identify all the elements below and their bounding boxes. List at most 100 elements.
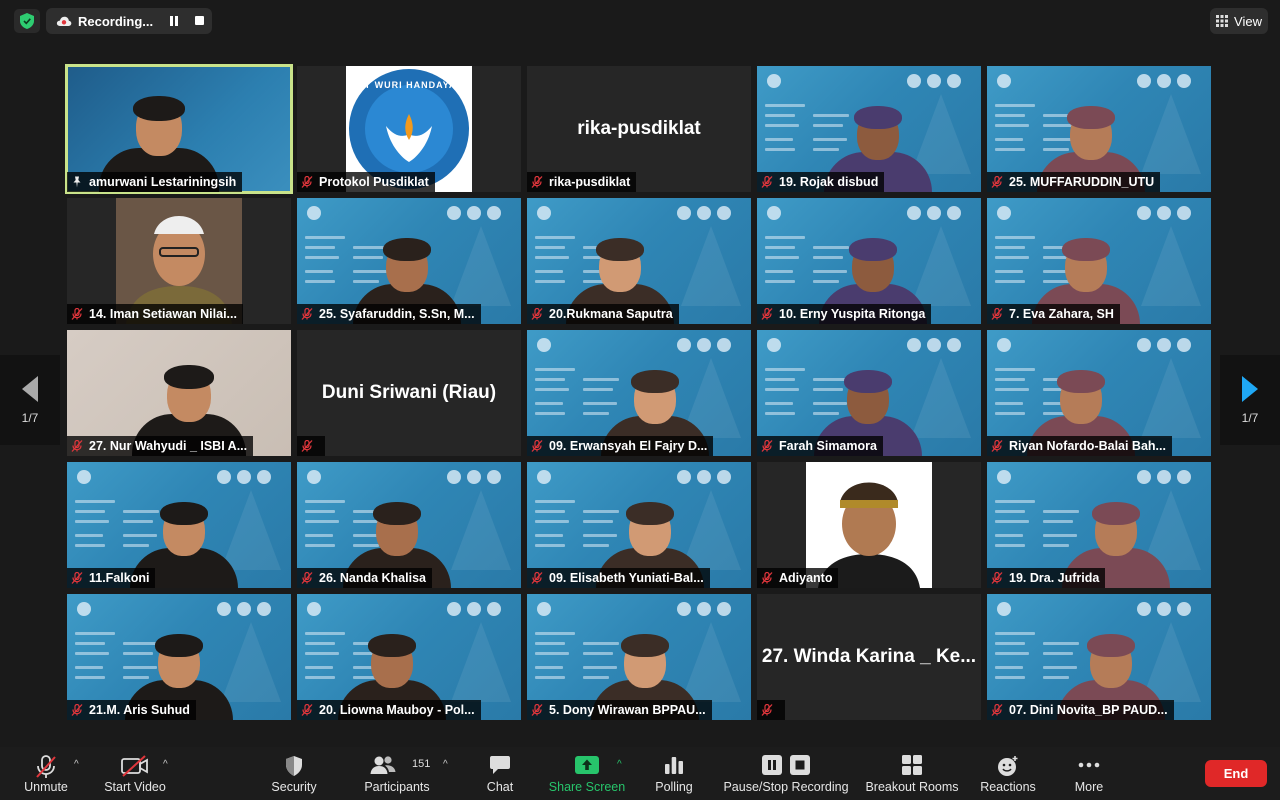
participant-name: 27. Nur Wahyudi _ ISBI A... bbox=[89, 439, 248, 453]
muted-microphone-icon bbox=[301, 440, 313, 452]
participant-name: Protokol Pusdiklat bbox=[319, 175, 429, 189]
participant-name: rika-pusdiklat bbox=[549, 175, 631, 189]
view-label: View bbox=[1234, 13, 1262, 29]
muted-microphone-icon bbox=[761, 176, 773, 188]
chat-label: Chat bbox=[486, 780, 514, 794]
start-video-label: Start Video bbox=[104, 780, 166, 794]
participant-name-tag: 20. Liowna Mauboy - Pol... bbox=[297, 700, 481, 720]
recording-indicator: Recording... bbox=[46, 8, 212, 34]
participant-name: 20. Liowna Mauboy - Pol... bbox=[319, 703, 475, 717]
pause-stop-recording-button[interactable]: Pause/Stop Recording bbox=[720, 747, 852, 800]
participant-name-tag: rika-pusdiklat bbox=[527, 172, 637, 192]
pause-stop-recording-label: Pause/Stop Recording bbox=[723, 780, 849, 794]
muted-microphone-icon bbox=[301, 704, 313, 716]
chat-bubble-icon bbox=[490, 756, 510, 774]
muted-microphone-icon bbox=[991, 440, 1003, 452]
participant-name-tag: 11.Falkoni bbox=[67, 568, 156, 588]
participant-tile[interactable]: 19. Dra. Jufrida bbox=[987, 462, 1211, 588]
participant-tile[interactable]: 11.Falkoni bbox=[67, 462, 291, 588]
participant-name: Riyan Nofardo-Balai Bah... bbox=[1009, 439, 1166, 453]
stop-recording-icon[interactable] bbox=[195, 16, 204, 25]
participant-name-tag: Protokol Pusdiklat bbox=[297, 172, 435, 192]
pause-icon bbox=[762, 755, 782, 775]
more-button[interactable]: More bbox=[1068, 747, 1110, 800]
participant-tile[interactable]: 14. Iman Setiawan Nilai... bbox=[67, 198, 291, 324]
participant-name: 20.Rukmana Saputra bbox=[549, 307, 673, 321]
participant-name-tag: 25. MUFFARUDDIN_UTU bbox=[987, 172, 1161, 192]
participant-tile[interactable]: 27. Nur Wahyudi _ ISBI A... bbox=[67, 330, 291, 456]
muted-microphone-icon bbox=[301, 572, 313, 584]
participant-tile[interactable]: Adiyanto bbox=[757, 462, 981, 588]
share-screen-button[interactable]: Share Screen bbox=[546, 747, 628, 800]
participant-name: 19. Rojak disbud bbox=[779, 175, 879, 189]
muted-microphone-icon bbox=[761, 704, 773, 716]
participant-tile[interactable]: 10. Erny Yuspita Ritonga bbox=[757, 198, 981, 324]
participant-tile[interactable]: TUT WURI HANDAYANI Protokol Pusdiklat bbox=[297, 66, 521, 192]
participant-tile[interactable]: 26. Nanda Khalisa bbox=[297, 462, 521, 588]
breakout-rooms-button[interactable]: Breakout Rooms bbox=[862, 747, 962, 800]
participant-name: 11.Falkoni bbox=[89, 571, 150, 585]
video-options-caret[interactable]: ^ bbox=[163, 759, 168, 770]
participant-tile[interactable]: 21.M. Aris Suhud bbox=[67, 594, 291, 720]
start-video-button[interactable]: Start Video bbox=[100, 747, 170, 800]
polling-button[interactable]: Polling bbox=[650, 747, 698, 800]
polling-label: Polling bbox=[655, 780, 693, 794]
participant-tile[interactable]: Riyan Nofardo-Balai Bah... bbox=[987, 330, 1211, 456]
participant-display-name: 27. Winda Karina _ Ke... bbox=[761, 646, 977, 667]
security-button[interactable]: Security bbox=[264, 747, 324, 800]
arrow-right-icon bbox=[1242, 376, 1258, 402]
muted-microphone-icon bbox=[301, 308, 313, 320]
security-shield-icon[interactable] bbox=[14, 9, 40, 33]
participant-tile[interactable]: 20.Rukmana Saputra bbox=[527, 198, 751, 324]
participant-tile[interactable]: Farah Simamora bbox=[757, 330, 981, 456]
participants-icon bbox=[370, 756, 396, 774]
participant-tile[interactable]: 20. Liowna Mauboy - Pol... bbox=[297, 594, 521, 720]
unmute-button[interactable]: Unmute bbox=[18, 747, 74, 800]
participant-tile[interactable]: 5. Dony Wirawan BPPAU... bbox=[527, 594, 751, 720]
muted-microphone-icon bbox=[761, 440, 773, 452]
participant-name-tag: 25. Syafaruddin, S.Sn, M... bbox=[297, 304, 481, 324]
participant-name-tag: 09. Erwansyah El Fajry D... bbox=[527, 436, 714, 456]
previous-page-button[interactable]: 1/7 bbox=[0, 355, 60, 445]
page-indicator-left: 1/7 bbox=[21, 411, 39, 425]
participant-tile[interactable]: 19. Rojak disbud bbox=[757, 66, 981, 192]
share-screen-icon bbox=[575, 756, 599, 774]
chat-button[interactable]: Chat bbox=[478, 747, 522, 800]
reactions-button[interactable]: Reactions bbox=[976, 747, 1040, 800]
breakout-rooms-label: Breakout Rooms bbox=[865, 780, 959, 794]
participant-name-tag: 21.M. Aris Suhud bbox=[67, 700, 196, 720]
stop-icon bbox=[790, 755, 810, 775]
view-button[interactable]: View bbox=[1210, 8, 1268, 34]
end-label: End bbox=[1223, 766, 1249, 781]
participant-tile[interactable]: 25. MUFFARUDDIN_UTU bbox=[987, 66, 1211, 192]
participant-name-tag: 20.Rukmana Saputra bbox=[527, 304, 679, 324]
pause-recording-icon[interactable] bbox=[169, 16, 179, 26]
reactions-label: Reactions bbox=[980, 780, 1036, 794]
participant-tile[interactable]: Duni Sriwani (Riau) bbox=[297, 330, 521, 456]
smiley-reaction-icon bbox=[998, 756, 1018, 776]
participant-tile[interactable]: 25. Syafaruddin, S.Sn, M... bbox=[297, 198, 521, 324]
participant-tile[interactable]: amurwani Lestariningsih bbox=[65, 64, 293, 194]
share-screen-label: Share Screen bbox=[548, 780, 626, 794]
participants-button[interactable]: Participants bbox=[360, 747, 434, 800]
participant-tile[interactable]: 09. Elisabeth Yuniati-Bal... bbox=[527, 462, 751, 588]
participant-tile[interactable]: rika-pusdiklat rika-pusdiklat bbox=[527, 66, 751, 192]
participant-name-tag: 27. Nur Wahyudi _ ISBI A... bbox=[67, 436, 254, 456]
audio-options-caret[interactable]: ^ bbox=[74, 759, 79, 770]
participant-video-grid: amurwani Lestariningsih TUT WURI HANDAYAN… bbox=[65, 64, 1213, 722]
participant-tile[interactable]: 09. Erwansyah El Fajry D... bbox=[527, 330, 751, 456]
participant-tile[interactable]: 7. Eva Zahara, SH bbox=[987, 198, 1211, 324]
share-options-caret[interactable]: ^ bbox=[617, 759, 622, 770]
participants-options-caret[interactable]: ^ bbox=[443, 759, 448, 770]
muted-microphone-icon bbox=[761, 572, 773, 584]
participant-name-tag: 07. Dini Novita_BP PAUD... bbox=[987, 700, 1174, 720]
muted-microphone-icon bbox=[531, 572, 543, 584]
participant-tile[interactable]: 07. Dini Novita_BP PAUD... bbox=[987, 594, 1211, 720]
cloud-recording-icon bbox=[56, 16, 72, 26]
end-meeting-button[interactable]: End bbox=[1205, 760, 1267, 787]
meeting-toolbar: Unmute ^ Start Video ^ Security Particip… bbox=[0, 747, 1280, 800]
participant-name-tag: 19. Dra. Jufrida bbox=[987, 568, 1106, 588]
next-page-button[interactable]: 1/7 bbox=[1220, 355, 1280, 445]
participant-name-tag bbox=[297, 436, 325, 456]
participant-tile[interactable]: 27. Winda Karina _ Ke... bbox=[757, 594, 981, 720]
